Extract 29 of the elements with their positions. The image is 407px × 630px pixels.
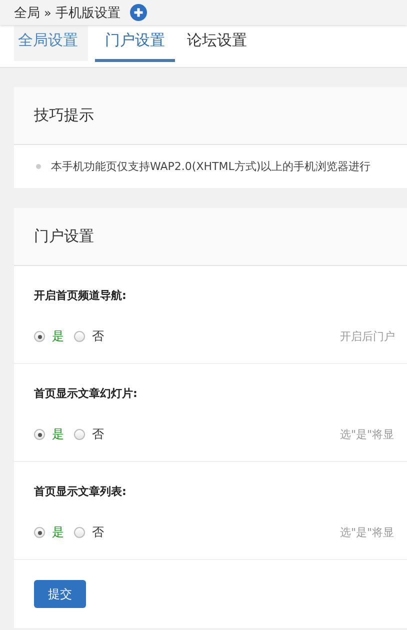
hint-text: 选"是"将显 (340, 427, 394, 442)
option-label[interactable]: 否 (92, 426, 104, 443)
setting-label: 首页显示文章列表: (34, 484, 128, 499)
breadcrumb-link[interactable]: 手机版设置 (55, 4, 120, 22)
setting-label: 开启首页频道导航: (34, 288, 128, 303)
option-label[interactable]: 否 (92, 524, 104, 541)
radio-button[interactable] (74, 331, 85, 342)
radio-button[interactable] (34, 331, 45, 342)
breadcrumb-separator: » (44, 6, 52, 20)
tip-text: 本手机功能页仅支持WAP2.0(XHTML方式)以上的手机浏览器进行 (51, 159, 371, 174)
add-icon[interactable] (130, 4, 148, 21)
tab[interactable]: 论坛设置 (177, 25, 257, 61)
card-title: 门户设置 (34, 227, 94, 246)
card-title: 技巧提示 (34, 106, 94, 125)
setting-label: 首页显示文章幻灯片: (34, 386, 138, 401)
breadcrumb-link[interactable]: 全局 (14, 4, 40, 22)
hint-text: 开启后门户 (340, 329, 395, 344)
option-label[interactable]: 是 (52, 328, 64, 345)
option-label[interactable]: 是 (52, 426, 64, 443)
bullet-icon (36, 164, 41, 169)
submit-button[interactable]: 提交 (34, 580, 86, 608)
hint-text: 选"是"将显 (340, 525, 394, 540)
radio-button[interactable] (34, 429, 45, 440)
radio-button[interactable] (34, 527, 45, 538)
radio-button[interactable] (74, 527, 85, 538)
option-label[interactable]: 否 (92, 328, 104, 345)
radio-button[interactable] (74, 429, 85, 440)
tab[interactable]: 门户设置 (95, 25, 175, 62)
option-label[interactable]: 是 (52, 524, 64, 541)
